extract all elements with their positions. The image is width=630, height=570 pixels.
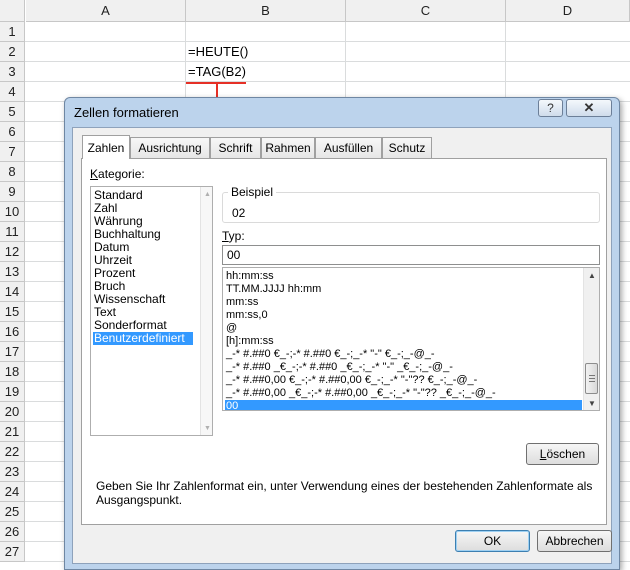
format-item[interactable]: mm:ss,0 bbox=[225, 309, 582, 322]
row-header[interactable]: 10 bbox=[0, 202, 25, 222]
scrollbar-thumb[interactable] bbox=[585, 363, 598, 394]
gridline bbox=[25, 61, 630, 62]
row-header[interactable]: 19 bbox=[0, 382, 25, 402]
column-header-c[interactable]: C bbox=[346, 0, 506, 22]
type-input[interactable]: 00 bbox=[222, 245, 600, 265]
column-header-a[interactable]: A bbox=[26, 0, 186, 22]
gridline bbox=[25, 41, 630, 42]
row-header[interactable]: 27 bbox=[0, 542, 25, 562]
select-all-corner[interactable] bbox=[0, 0, 25, 22]
cell-b3[interactable]: =TAG(B2) bbox=[186, 62, 246, 82]
format-item[interactable]: @ bbox=[225, 322, 582, 335]
ok-button[interactable]: OK bbox=[455, 530, 530, 552]
tab-rahmen[interactable]: Rahmen bbox=[261, 137, 315, 158]
row-header[interactable]: 1 bbox=[0, 22, 25, 42]
row-header[interactable]: 17 bbox=[0, 342, 25, 362]
cancel-button[interactable]: Abbrechen bbox=[537, 530, 612, 552]
scroll-down-icon[interactable]: ▼ bbox=[204, 425, 211, 432]
row-header[interactable]: 18 bbox=[0, 362, 25, 382]
format-item[interactable]: _-* #.##0,00 €_-;-* #.##0,00 €_-;_-* "-"… bbox=[225, 374, 582, 387]
row-header[interactable]: 16 bbox=[0, 322, 25, 342]
tab-schutz[interactable]: Schutz bbox=[382, 137, 432, 158]
tab-zahlen[interactable]: Zahlen bbox=[82, 135, 130, 159]
format-item[interactable]: _-* #.##0 €_-;-* #.##0 €_-;_-* "-" €_-;_… bbox=[225, 348, 582, 361]
sample-label: Beispiel bbox=[228, 185, 277, 199]
row-header[interactable]: 9 bbox=[0, 182, 25, 202]
row-header[interactable]: 11 bbox=[0, 222, 25, 242]
row-header[interactable]: 3 bbox=[0, 62, 25, 82]
row-header[interactable]: 4 bbox=[0, 82, 25, 102]
row-header[interactable]: 12 bbox=[0, 242, 25, 262]
help-icon: ? bbox=[547, 101, 554, 115]
row-header[interactable]: 22 bbox=[0, 442, 25, 462]
tab-panel-zahlen: Kategorie: Standard Zahl Währung Buchhal… bbox=[81, 158, 607, 525]
format-item[interactable]: [h]:mm:ss bbox=[225, 335, 582, 348]
help-button[interactable]: ? bbox=[538, 99, 563, 117]
row-header[interactable]: 13 bbox=[0, 262, 25, 282]
row-header[interactable]: 2 bbox=[0, 42, 25, 62]
category-label: Kategorie: bbox=[90, 167, 145, 181]
delete-button[interactable]: Löschen bbox=[526, 443, 599, 465]
format-item[interactable]: mm:ss bbox=[225, 296, 582, 309]
column-header-b[interactable]: B bbox=[186, 0, 346, 22]
format-code-list[interactable]: hh:mm:ss TT.MM.JJJJ hh:mm mm:ss mm:ss,0 … bbox=[222, 267, 600, 411]
format-item[interactable]: _-* #.##0,00 _€_-;-* #.##0,00 _€_-;_-* "… bbox=[225, 387, 582, 400]
tab-ausrichtung[interactable]: Ausrichtung bbox=[130, 137, 210, 158]
close-icon: ✕ bbox=[583, 100, 595, 115]
tab-schrift[interactable]: Schrift bbox=[210, 137, 261, 158]
category-scrollbar[interactable]: ▲ ▼ bbox=[200, 187, 212, 435]
format-item[interactable]: hh:mm:ss bbox=[225, 270, 582, 283]
row-header[interactable]: 25 bbox=[0, 502, 25, 522]
category-item-benutzerdefiniert[interactable]: Benutzerdefiniert bbox=[93, 332, 193, 345]
hint-text: Geben Sie Ihr Zahlenformat ein, unter Ve… bbox=[96, 479, 593, 507]
row-header[interactable]: 5 bbox=[0, 102, 25, 122]
format-item-selected[interactable]: 00 bbox=[225, 400, 582, 410]
scroll-down-icon[interactable]: ▼ bbox=[588, 399, 596, 408]
sample-value: 02 bbox=[232, 206, 246, 220]
row-header[interactable]: 8 bbox=[0, 162, 25, 182]
format-item[interactable]: TT.MM.JJJJ hh:mm bbox=[225, 283, 582, 296]
row-header[interactable]: 26 bbox=[0, 522, 25, 542]
scroll-up-icon[interactable]: ▲ bbox=[204, 191, 211, 198]
gridline bbox=[25, 81, 630, 82]
type-label: Typ: bbox=[222, 229, 245, 243]
row-header[interactable]: 14 bbox=[0, 282, 25, 302]
column-header-d[interactable]: D bbox=[506, 0, 630, 22]
row-header[interactable]: 20 bbox=[0, 402, 25, 422]
format-item[interactable]: _-* #.##0 _€_-;-* #.##0 _€_-;_-* "-" _€_… bbox=[225, 361, 582, 374]
cell-b2[interactable]: =HEUTE() bbox=[186, 42, 248, 62]
row-header[interactable]: 23 bbox=[0, 462, 25, 482]
close-button[interactable]: ✕ bbox=[566, 99, 612, 117]
dialog-title: Zellen formatieren bbox=[74, 105, 179, 120]
row-header[interactable]: 21 bbox=[0, 422, 25, 442]
tab-ausfuellen[interactable]: Ausfüllen bbox=[315, 137, 382, 158]
row-header[interactable]: 6 bbox=[0, 122, 25, 142]
grip-icon bbox=[589, 375, 595, 382]
sample-group bbox=[222, 192, 600, 223]
row-header[interactable]: 7 bbox=[0, 142, 25, 162]
scroll-up-icon[interactable]: ▲ bbox=[588, 271, 596, 280]
dialog-body: Zahlen Ausrichtung Schrift Rahmen Ausfül… bbox=[72, 127, 612, 564]
format-cells-dialog: Zellen formatieren ? ✕ Zahlen Ausrichtun… bbox=[64, 97, 620, 570]
row-header[interactable]: 24 bbox=[0, 482, 25, 502]
format-list-scrollbar[interactable]: ▲ ▼ bbox=[583, 268, 599, 410]
row-header[interactable]: 15 bbox=[0, 302, 25, 322]
category-list[interactable]: Standard Zahl Währung Buchhaltung Datum … bbox=[90, 186, 213, 436]
